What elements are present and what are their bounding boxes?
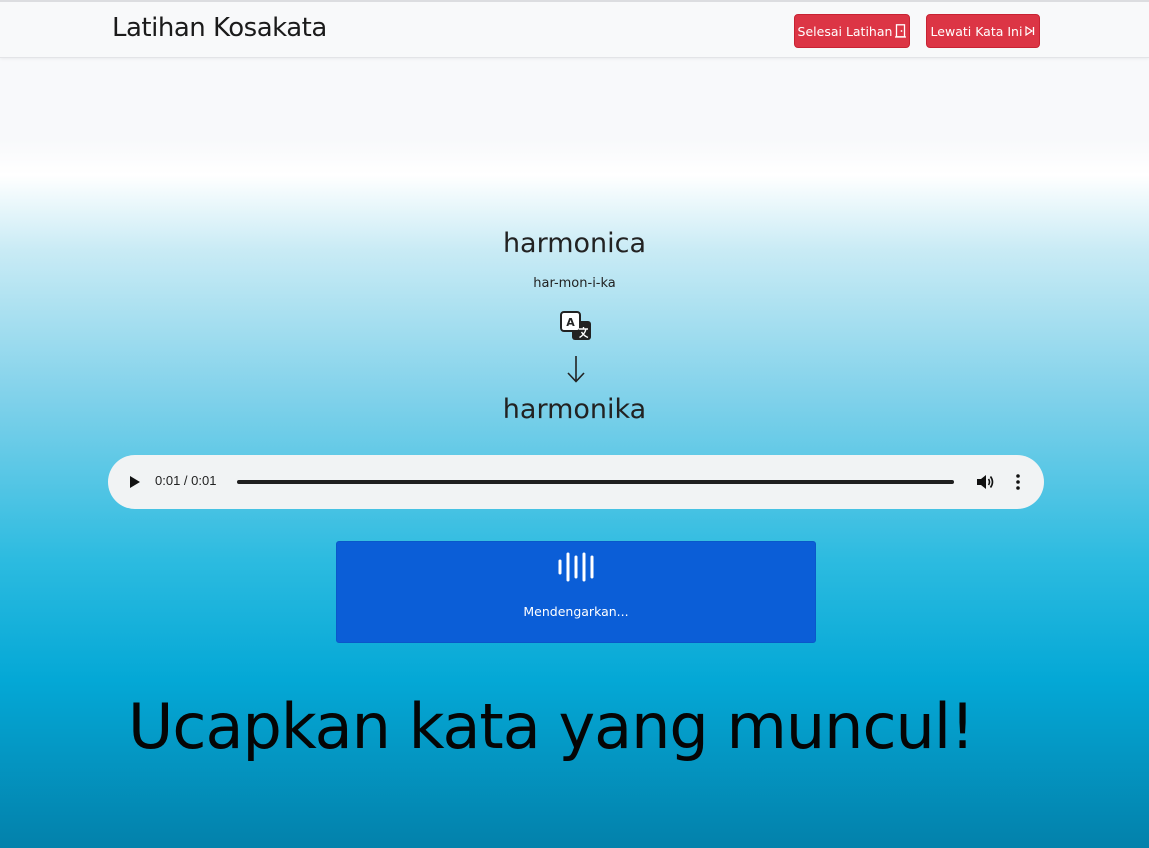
translate-icon: A <box>560 311 592 341</box>
syllable-breakdown: har-mon-i-ka <box>533 276 616 291</box>
skip-forward-icon <box>1025 26 1035 36</box>
door-exit-icon <box>895 24 907 38</box>
finish-practice-button[interactable]: Selesai Latihan <box>794 14 910 48</box>
play-icon[interactable] <box>128 474 142 490</box>
listening-label: Mendengarkan... <box>523 604 629 619</box>
navbar: Latihan Kosakata Selesai Latihan Lewati … <box>0 0 1149 58</box>
indonesian-word: harmonika <box>502 394 647 425</box>
arrow-down-icon <box>564 354 588 384</box>
svg-text:A: A <box>566 316 575 329</box>
skip-word-button[interactable]: Lewati Kata Ini <box>926 14 1040 48</box>
audio-time: 0:01 / 0:01 <box>155 473 217 488</box>
volume-icon[interactable] <box>975 472 995 492</box>
instruction-text: Ucapkan kata yang muncul! <box>128 690 975 763</box>
english-word: harmonica <box>502 228 647 259</box>
audio-progress-bar[interactable] <box>237 480 954 484</box>
audio-player[interactable]: 0:01 / 0:01 <box>108 455 1044 509</box>
listening-button[interactable]: Mendengarkan... <box>336 541 816 643</box>
soundwave-icon <box>557 551 597 583</box>
more-options-icon[interactable] <box>1013 472 1023 492</box>
page-title: Latihan Kosakata <box>112 13 327 43</box>
skip-button-label: Lewati Kata Ini <box>930 23 1023 39</box>
finish-button-label: Selesai Latihan <box>797 23 893 39</box>
